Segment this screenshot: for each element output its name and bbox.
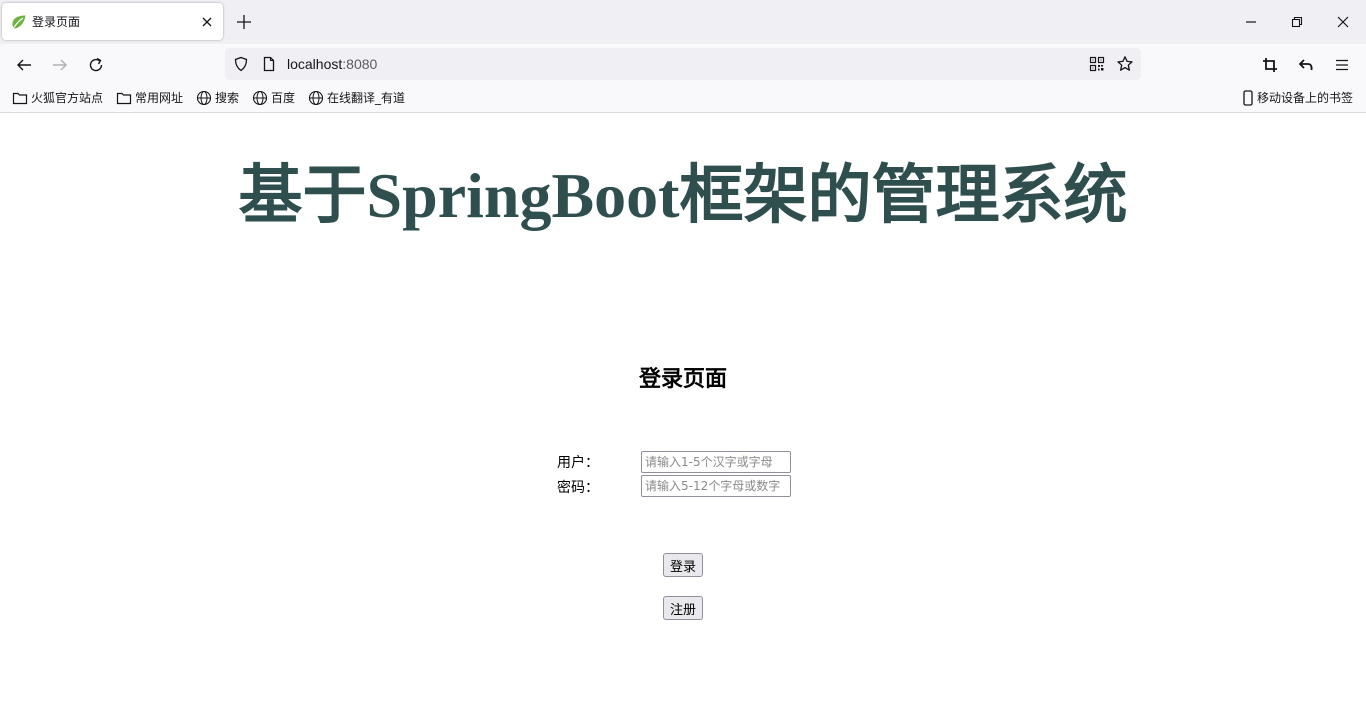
hamburger-menu-icon <box>1336 59 1348 71</box>
folder-icon <box>12 92 28 105</box>
forward-button[interactable] <box>48 53 72 77</box>
minimize-icon <box>1246 21 1256 23</box>
bookmark-label: 火狐官方站点 <box>31 91 104 105</box>
url-text: localhost:8080 <box>287 56 377 72</box>
bookmarks-toolbar: 火狐官方站点 常用网址 搜索 百度 在线翻译_有道 移动设备上的书签 <box>0 84 1366 113</box>
bookmark-baidu[interactable]: 百度 <box>252 90 295 106</box>
bookmark-firefox-official[interactable]: 火狐官方站点 <box>12 90 103 106</box>
close-tab-button[interactable] <box>198 13 216 31</box>
globe-icon <box>196 90 212 106</box>
close-icon <box>202 17 212 27</box>
arrow-left-icon <box>17 59 31 71</box>
bookmark-label: 在线翻译_有道 <box>327 91 406 105</box>
bookmark-label: 搜索 <box>215 91 240 105</box>
mobile-bookmarks-label: 移动设备上的书签 <box>1257 91 1354 105</box>
globe-icon <box>252 90 268 106</box>
minimize-button[interactable] <box>1239 10 1263 34</box>
restore-icon <box>1291 16 1303 28</box>
crop-icon <box>1263 58 1277 72</box>
bookmark-youdao-translate[interactable]: 在线翻译_有道 <box>308 90 405 106</box>
arrow-right-icon <box>53 59 67 71</box>
navigation-toolbar: localhost:8080 <box>0 44 1366 84</box>
reload-button[interactable] <box>84 53 108 77</box>
close-window-button[interactable] <box>1331 10 1355 34</box>
password-label: 密码： <box>557 480 599 496</box>
mobile-bookmarks[interactable]: 移动设备上的书签 <box>1242 90 1353 106</box>
new-tab-button[interactable] <box>233 11 255 33</box>
star-icon[interactable] <box>1116 55 1134 73</box>
address-bar[interactable]: localhost:8080 <box>225 48 1141 80</box>
register-button[interactable]: 注册 <box>663 596 703 620</box>
password-input[interactable] <box>641 475 791 497</box>
reload-icon <box>89 57 103 72</box>
mobile-device-icon <box>1243 90 1253 106</box>
plus-icon <box>237 15 251 29</box>
username-input[interactable] <box>641 451 791 473</box>
page-title: 基于SpringBoot框架的管理系统 <box>238 160 1128 231</box>
tab-title: 登录页面 <box>32 15 81 29</box>
bookmark-search[interactable]: 搜索 <box>196 90 239 106</box>
screenshot-button[interactable] <box>1258 53 1282 77</box>
close-icon <box>1337 16 1349 28</box>
shield-icon <box>234 56 248 72</box>
login-button[interactable]: 登录 <box>663 553 703 577</box>
page-icon <box>263 56 275 72</box>
login-heading: 登录页面 <box>638 367 727 392</box>
bookmark-label: 百度 <box>271 91 296 105</box>
folder-icon <box>116 92 132 105</box>
undo-icon <box>1298 59 1313 71</box>
undo-button[interactable] <box>1294 53 1318 77</box>
page-content: 基于SpringBoot框架的管理系统 登录页面 用户： 密码： 登录 注册 <box>0 113 1366 723</box>
tab-login-page[interactable]: 登录页面 <box>2 3 223 40</box>
menu-button[interactable] <box>1330 53 1354 77</box>
bookmark-common-sites[interactable]: 常用网址 <box>116 90 183 106</box>
globe-icon <box>308 90 324 106</box>
url-port: :8080 <box>342 56 378 72</box>
qr-code-icon[interactable] <box>1089 56 1105 72</box>
user-label: 用户： <box>557 455 599 471</box>
tab-strip: 登录页面 <box>0 0 1366 44</box>
url-host: localhost <box>287 56 343 72</box>
restore-button[interactable] <box>1285 10 1309 34</box>
bookmark-label: 常用网址 <box>135 91 184 105</box>
spring-leaf-icon <box>12 15 26 29</box>
back-button[interactable] <box>12 53 36 77</box>
